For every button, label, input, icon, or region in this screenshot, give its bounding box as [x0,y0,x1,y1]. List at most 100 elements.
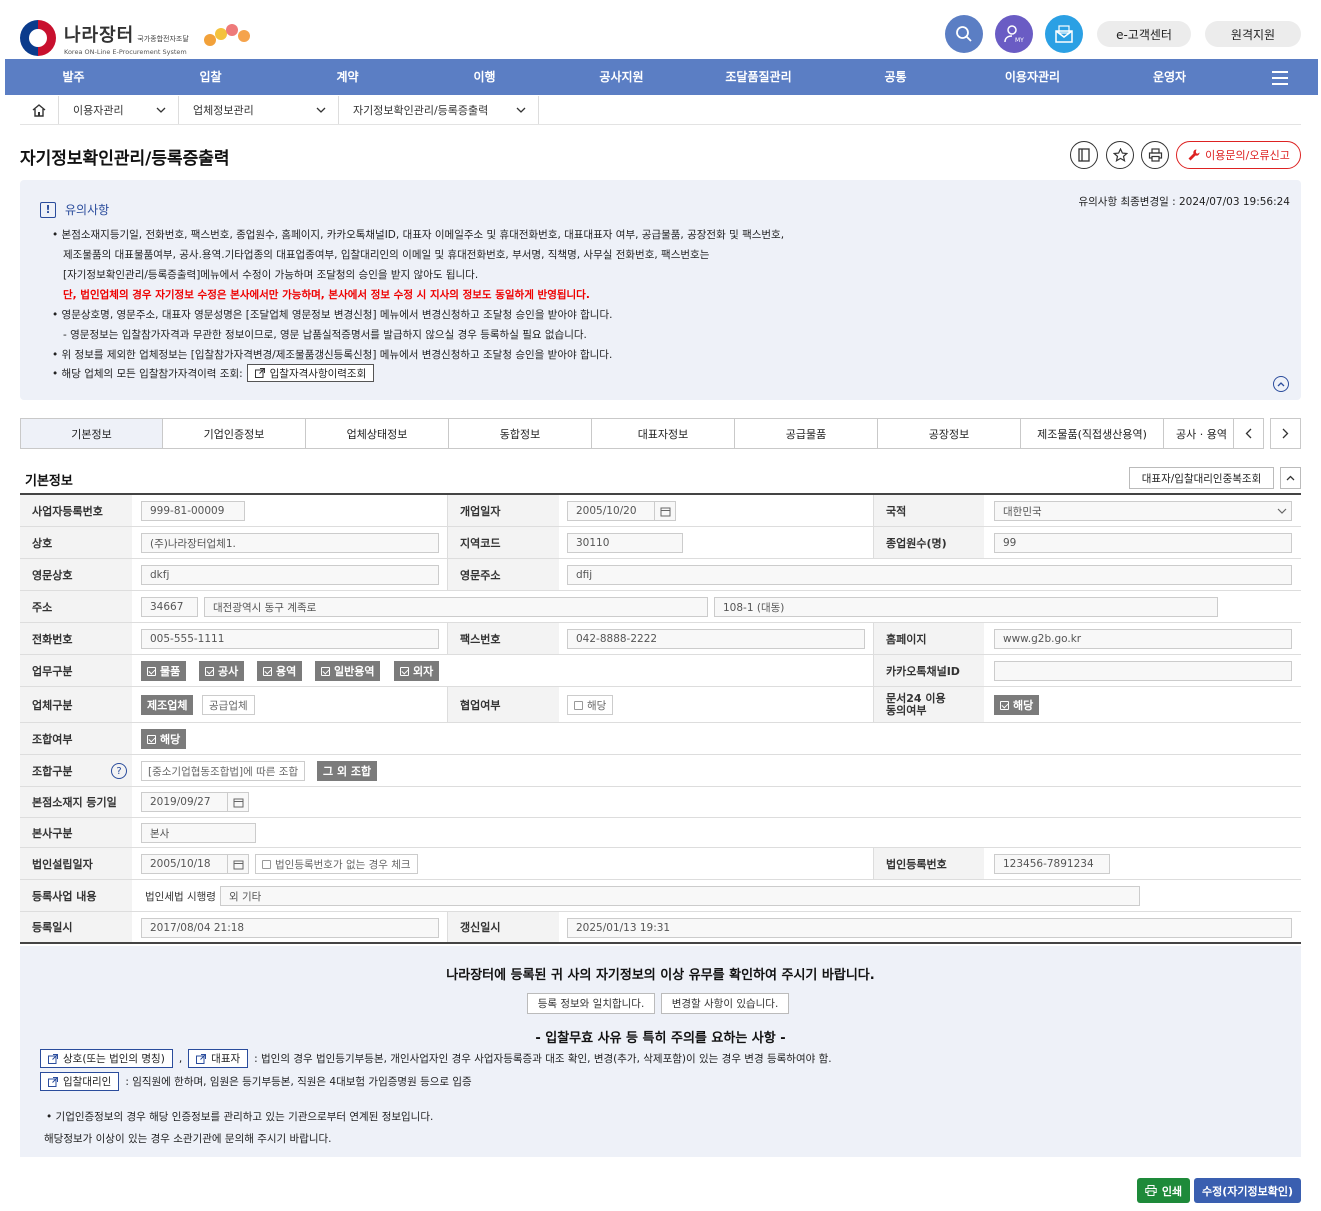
doc24-chip[interactable]: 해당 [994,695,1040,715]
bid-agent-link-button[interactable]: 입찰대리인 [40,1072,120,1091]
confirm-warning-title: - 입찰무효 사유 등 특히 주의를 요하는 사항 - [535,1031,786,1046]
hq-reg-date-field[interactable]: 2019/09/27 [141,792,228,812]
chip-label: 해당 [1013,699,1034,712]
calendar-icon[interactable] [655,501,676,521]
union-chip[interactable]: 해당 [141,729,187,749]
breadcrumb-item-company-info[interactable]: 업체정보관리 [179,96,339,124]
homepage-field[interactable]: www.g2b.go.kr [994,629,1292,649]
no-corp-number-checkbox[interactable]: 법인등록번호가 없는 경우 체크 [255,854,418,874]
union-type-chip-sme[interactable]: [중소기업협동조합법]에 따른 조합 [141,761,306,781]
report-error-button[interactable]: 이용문의/오류신고 [1176,141,1301,169]
region-code-field[interactable]: 30110 [567,533,683,553]
union-type-chip-other[interactable]: 그 외 조합 [317,761,378,781]
nation-select[interactable]: 대한민국 [994,501,1292,521]
nav-item-quality[interactable]: 조달품질관리 [690,59,827,95]
kakao-field[interactable] [994,661,1292,681]
company-name-link-button[interactable]: 상호(또는 법인의 명칭) [40,1049,173,1068]
address1-field[interactable]: 대전광역시 동구 계족로 [204,597,708,617]
work-chip-construction[interactable]: 공사 [199,661,245,681]
open-date-field[interactable]: 2005/10/20 [567,501,655,521]
address2-field[interactable]: 108-1 (대동) [714,597,1218,617]
collapse-section-button[interactable] [1280,467,1301,489]
notice-title-text: 유의사항 [65,203,110,217]
home-icon[interactable] [20,96,59,124]
print-icon[interactable] [1141,141,1169,169]
hamburger-menu-icon[interactable] [1272,71,1288,89]
my-icon[interactable]: MY [995,15,1033,53]
work-chip-service[interactable]: 용역 [257,661,303,681]
tab-supply[interactable]: 공급물품 [735,418,878,449]
work-chip-goods[interactable]: 물품 [141,661,187,681]
help-icon[interactable]: ? [111,763,127,779]
hq-type-field[interactable]: 본사 [141,823,256,843]
nav-item-order[interactable]: 발주 [5,59,142,95]
tab-prev-button[interactable] [1233,418,1264,449]
nav-item-contract[interactable]: 계약 [279,59,416,95]
tab-manufacture[interactable]: 제조물품(직접생산용역) [1021,418,1164,449]
nav-item-common[interactable]: 공통 [827,59,964,95]
tab-next-button[interactable] [1270,418,1301,449]
remote-support-button[interactable]: 원격지원 [1205,21,1301,47]
confirm-box: 나라장터에 등록된 귀 사의 자기정보의 이상 유무를 확인하여 주시기 바랍니… [20,946,1301,1157]
biz-no-field[interactable]: 999-81-00009 [141,501,245,521]
notice-line: • 영문상호명, 영문주소, 대표자 영문성명은 [조달업체 영문정보 변경신청… [52,309,613,321]
breadcrumb-item-user-admin[interactable]: 이용자관리 [59,96,179,124]
nav-item-operator[interactable]: 운영자 [1101,59,1238,95]
chevron-down-icon [316,107,326,113]
link-label: 입찰대리인 [63,1076,112,1088]
work-chip-foreign[interactable]: 외자 [394,661,440,681]
bid-history-button[interactable]: 입찰자격사항이력조회 [246,364,375,382]
tab-construction[interactable]: 공사 · 용역 [1164,418,1234,449]
collapse-up-icon[interactable] [1273,376,1289,392]
duplicate-check-button[interactable]: 대표자/입찰대리인중복조회 [1129,467,1274,489]
mail-icon[interactable] [1045,15,1083,53]
logo[interactable]: 나라장터 국가종합전자조달 Korea ON-Line E-Procurement… [20,20,189,56]
calendar-icon[interactable] [228,854,249,874]
renew-date-field[interactable]: 2025/01/13 19:31 [567,918,1292,938]
breadcrumb-item-self-info[interactable]: 자기정보확인관리/등록증출력 [339,96,539,124]
checkbox-checked-icon [1000,700,1009,710]
form-row: 본사구분 본사 [20,818,1301,848]
reg-date-field[interactable]: 2017/08/04 21:18 [141,918,439,938]
fax-field[interactable]: 042-8888-2222 [567,629,865,649]
chip-label: 물품 [160,665,181,678]
zip-field[interactable]: 34667 [141,597,198,617]
tab-merged[interactable]: 동합정보 [449,418,592,449]
field-label: 문서24 이용 [886,691,946,705]
nav-item-user-admin[interactable]: 이용자관리 [964,59,1101,95]
employees-field[interactable]: 99 [994,533,1292,553]
info-match-button[interactable]: 등록 정보와 일치합니다. [527,993,655,1014]
search-icon[interactable] [945,15,983,53]
field-label: 본점소재지 등기일 [20,787,132,817]
tab-status[interactable]: 업체상태정보 [306,418,449,449]
work-chip-general-service[interactable]: 일반용역 [315,661,381,681]
en-address-field[interactable]: dfij [567,565,1292,585]
tab-ceo[interactable]: 대표자정보 [592,418,735,449]
edit-self-info-button[interactable]: 수정(자기정보확인) [1194,1178,1301,1203]
tel-field[interactable]: 005-555-1111 [141,629,439,649]
biz-content-field[interactable]: 외 기타 [220,886,1140,906]
type-chip-supplier[interactable]: 공급업체 [202,695,255,715]
calendar-icon[interactable] [228,792,249,812]
nav-item-perform[interactable]: 이행 [416,59,553,95]
print-button[interactable]: 인쇄 [1137,1178,1190,1203]
coop-chip[interactable]: 해당 [567,695,614,715]
field-label: 법인등록번호 [873,848,984,879]
nav-item-bid[interactable]: 입찰 [142,59,279,95]
customer-center-button[interactable]: e-고객센터 [1097,21,1191,47]
corp-date-field[interactable]: 2005/10/18 [141,854,228,874]
notice-line: 제조물품의 대표물품여부, 공사.용역.기타업종의 대표업종여부, 입찰대리인의… [63,249,710,261]
info-change-button[interactable]: 변경할 사항이 있습니다. [661,993,789,1014]
en-name-field[interactable]: dkfj [141,565,439,585]
tab-factory[interactable]: 공장정보 [878,418,1021,449]
type-chip-manufacturer[interactable]: 제조업체 [141,695,194,715]
nav-item-construction[interactable]: 공사지원 [553,59,690,95]
star-icon[interactable] [1106,141,1134,169]
chevron-right-icon [1282,428,1289,439]
company-name-field[interactable]: (주)나라장터업체1. [141,533,439,553]
tab-certification[interactable]: 기업인증정보 [163,418,306,449]
corp-no-field[interactable]: 123456-7891234 [994,854,1110,874]
ceo-link-button[interactable]: 대표자 [188,1049,249,1068]
tab-basic-info[interactable]: 기본정보 [20,418,163,449]
manual-icon[interactable] [1070,141,1098,169]
